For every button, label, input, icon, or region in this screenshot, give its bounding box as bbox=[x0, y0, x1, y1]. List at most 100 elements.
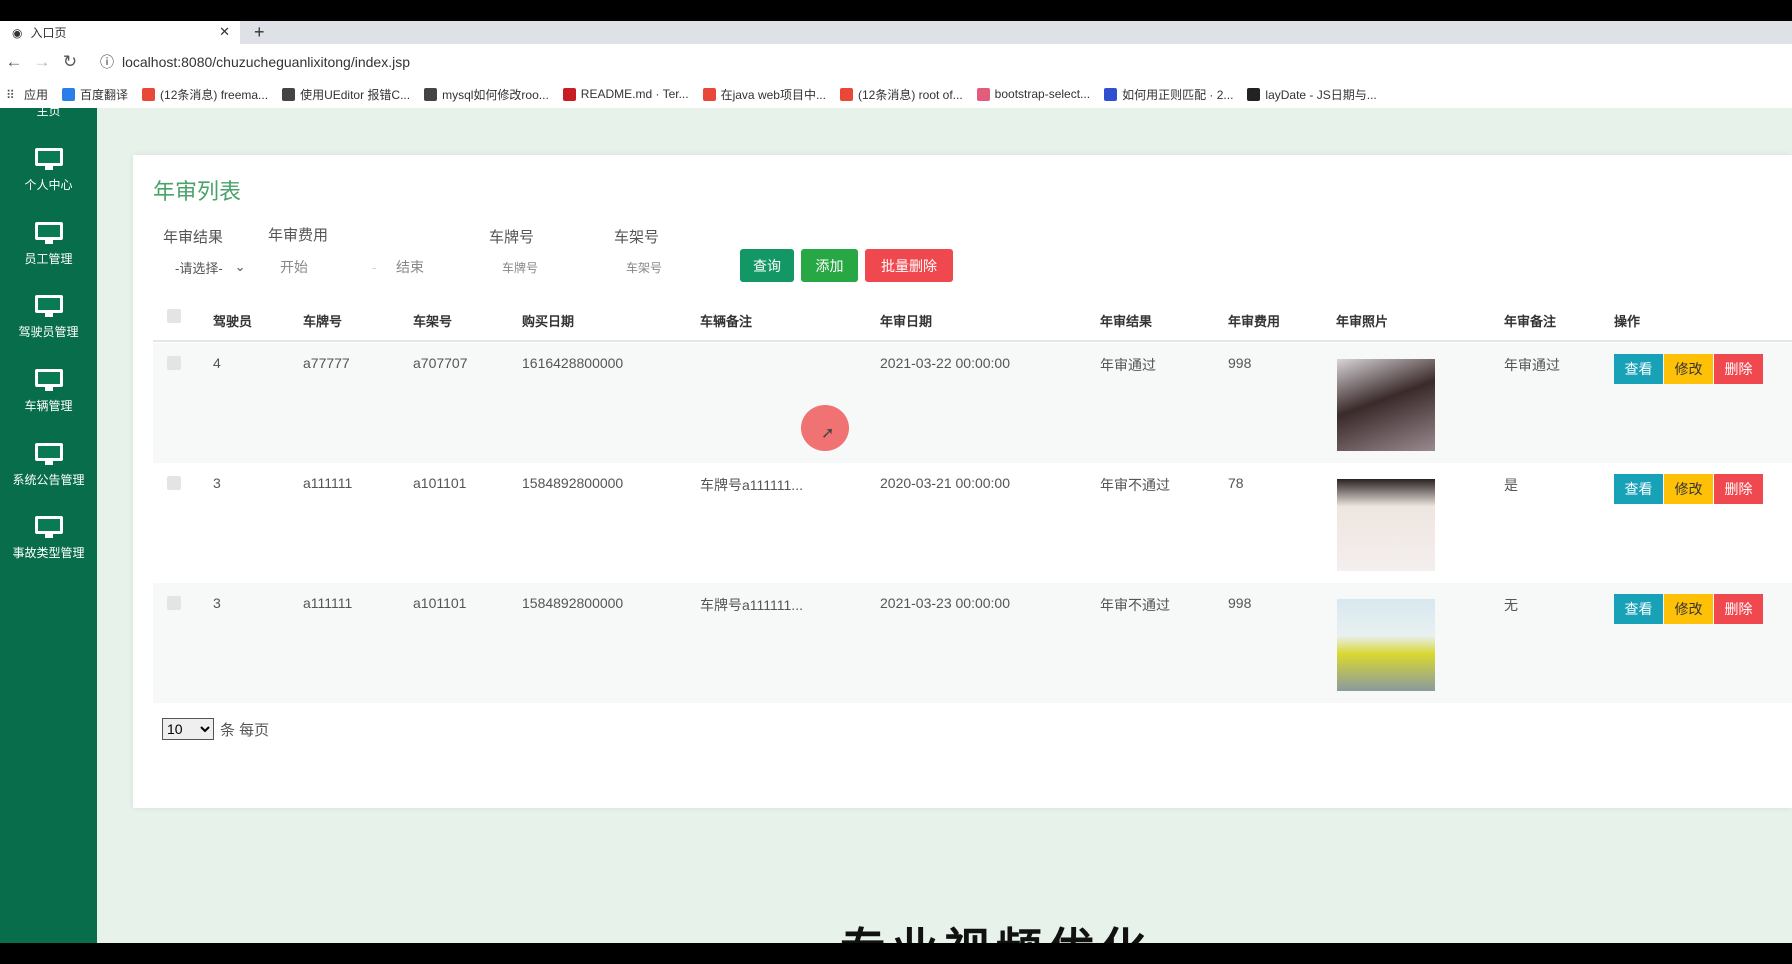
cell-result: 年审不通过 bbox=[1100, 597, 1170, 613]
tab-strip bbox=[0, 21, 1792, 44]
bookmark-favicon-icon bbox=[62, 87, 76, 101]
edit-button[interactable]: 修改 bbox=[1664, 594, 1713, 624]
bookmark-item[interactable]: 使用UEditor 报错C... bbox=[282, 86, 410, 103]
bookmark-label: mysql如何修改roo... bbox=[442, 87, 549, 102]
bookmark-favicon-icon bbox=[424, 87, 438, 101]
result-filter-label: 年审结果 bbox=[163, 229, 224, 246]
bookmark-favicon-icon bbox=[282, 87, 296, 101]
cell-driver: 4 bbox=[213, 355, 221, 371]
cell-inspect-date: 2020-03-21 00:00:00 bbox=[880, 475, 1010, 491]
column-header: 年审日期 bbox=[880, 313, 933, 329]
bookmark-favicon-icon bbox=[1104, 87, 1118, 101]
sidebar-item-accident-types[interactable]: 事故类型管理 bbox=[0, 516, 97, 561]
url-field[interactable]: ⓘ localhost:8080/chuzucheguanlixitong/in… bbox=[100, 48, 1792, 76]
page-title: 年审列表 bbox=[153, 179, 242, 204]
cell-inspect-date: 2021-03-22 00:00:00 bbox=[880, 355, 1010, 371]
cell-buy-date: 1584892800000 bbox=[522, 595, 624, 611]
sidebar-item-drivers[interactable]: 驾驶员管理 bbox=[0, 295, 97, 340]
delete-button[interactable]: 删除 bbox=[1714, 594, 1763, 624]
add-button[interactable]: 添加 bbox=[801, 249, 858, 282]
sidebar-item-vehicles[interactable]: 车辆管理 bbox=[0, 369, 97, 414]
bookmark-item[interactable]: layDate - JS日期与... bbox=[1247, 86, 1377, 103]
reload-icon[interactable]: ↻ bbox=[56, 52, 84, 72]
bookmark-item[interactable]: 如何用正则匹配 · 2... bbox=[1104, 86, 1233, 103]
bookmark-favicon-icon bbox=[562, 87, 576, 101]
delete-button[interactable]: 删除 bbox=[1714, 474, 1763, 504]
sidebar-item-label: 主页 bbox=[36, 104, 61, 118]
sidebar-item-label: 个人中心 bbox=[24, 178, 73, 192]
bookmark-item[interactable]: 百度翻译 bbox=[62, 86, 128, 103]
bookmark-item[interactable]: bootstrap-select... bbox=[976, 87, 1090, 101]
view-button[interactable]: 查看 bbox=[1614, 594, 1663, 624]
bookmark-item[interactable]: (12条消息) freema... bbox=[142, 86, 268, 103]
bookmark-item[interactable]: README.md · Ter... bbox=[562, 87, 689, 101]
forward-icon[interactable]: → bbox=[28, 52, 56, 72]
bookmark-label: 应用 bbox=[24, 87, 49, 102]
globe-icon: ◉ bbox=[12, 25, 23, 40]
row-checkbox[interactable] bbox=[167, 356, 181, 370]
monitor-icon bbox=[34, 148, 63, 170]
sidebar: 主页 个人中心 员工管理 驾驶员管理 车辆管理 系统公告管理 事故类型管理 bbox=[0, 104, 97, 943]
bookmark-item[interactable]: mysql如何修改roo... bbox=[424, 86, 549, 103]
column-header: 购买日期 bbox=[522, 313, 575, 329]
edit-button[interactable]: 修改 bbox=[1664, 354, 1713, 384]
select-all-checkbox[interactable] bbox=[167, 309, 181, 323]
plate-input[interactable]: 车牌号 bbox=[502, 255, 602, 279]
placeholder: 开始 bbox=[280, 259, 308, 275]
cell-buy-date: 1584892800000 bbox=[522, 475, 624, 491]
edit-button[interactable]: 修改 bbox=[1664, 474, 1713, 504]
cell-driver: 3 bbox=[213, 595, 221, 611]
column-header: 年审费用 bbox=[1228, 313, 1281, 329]
bookmark-label: (12条消息) freema... bbox=[160, 87, 269, 102]
bookmark-item[interactable]: ⠿ 应用 bbox=[6, 86, 48, 103]
monitor-icon bbox=[34, 222, 63, 244]
row-checkbox[interactable] bbox=[167, 596, 181, 610]
plate-filter-label: 车牌号 bbox=[489, 229, 535, 246]
frame-input[interactable]: 车架号 bbox=[626, 255, 726, 279]
inspection-photo[interactable] bbox=[1337, 479, 1435, 571]
bookmark-label: (12条消息) root of... bbox=[857, 87, 963, 102]
row-checkbox[interactable] bbox=[167, 476, 181, 490]
cell-plate: a111111 bbox=[303, 595, 353, 611]
cell-note: 是 bbox=[1504, 477, 1518, 493]
cell-vehicle-note: 车牌号a111111... bbox=[700, 597, 803, 613]
view-button[interactable]: 查看 bbox=[1614, 474, 1663, 504]
bookmarks-bar: ⠿ 应用 百度翻译 (12条消息) freema... 使用UEditor 报错C...… bbox=[0, 80, 1792, 108]
tab-title: 入口页 bbox=[30, 26, 67, 40]
monitor-icon bbox=[34, 369, 63, 391]
bookmark-item[interactable]: 在java web项目中... bbox=[702, 86, 826, 103]
cell-fee: 78 bbox=[1228, 475, 1244, 491]
search-button[interactable]: 查询 bbox=[740, 249, 794, 282]
browser-tab[interactable]: ◉ 入口页 ✕ bbox=[0, 21, 240, 44]
column-header: 操作 bbox=[1614, 313, 1641, 329]
monitor-icon bbox=[34, 295, 63, 317]
bookmark-item[interactable]: (12条消息) root of... bbox=[839, 86, 963, 103]
sidebar-item-home[interactable]: 主页 bbox=[0, 102, 97, 119]
bookmark-label: 如何用正则匹配 · 2... bbox=[1122, 87, 1234, 102]
bookmark-favicon-icon bbox=[702, 87, 716, 101]
video-caption: 专业视频优化 bbox=[840, 922, 1152, 943]
fee-separator: - bbox=[372, 259, 377, 275]
bookmark-label: 使用UEditor 报错C... bbox=[300, 87, 411, 102]
view-button[interactable]: 查看 bbox=[1614, 354, 1663, 384]
inspection-photo[interactable] bbox=[1337, 359, 1435, 451]
fee-end-input[interactable]: 结束 bbox=[396, 255, 486, 279]
result-select[interactable]: -请选择- ⌄ bbox=[175, 255, 260, 279]
cursor-icon: ➚ bbox=[821, 425, 835, 442]
url-text: localhost:8080/chuzucheguanlixitong/inde… bbox=[122, 54, 410, 70]
new-tab-button[interactable]: + bbox=[254, 21, 265, 43]
delete-button[interactable]: 删除 bbox=[1714, 354, 1763, 384]
sidebar-item-employees[interactable]: 员工管理 bbox=[0, 222, 97, 267]
address-bar-row: ← → ↻ ⓘ localhost:8080/chuzucheguanlixit… bbox=[0, 44, 1792, 80]
per-page-select[interactable]: 10 bbox=[162, 718, 214, 740]
batch-delete-button[interactable]: 批量删除 bbox=[865, 249, 953, 282]
back-icon[interactable]: ← bbox=[0, 52, 28, 72]
close-tab-icon[interactable]: ✕ bbox=[219, 24, 230, 40]
sidebar-item-profile[interactable]: 个人中心 bbox=[0, 148, 97, 193]
column-header: 车牌号 bbox=[303, 313, 343, 329]
fee-start-input[interactable]: 开始 bbox=[280, 255, 370, 279]
sidebar-item-announcements[interactable]: 系统公告管理 bbox=[0, 443, 97, 488]
inspection-photo[interactable] bbox=[1337, 599, 1435, 691]
pagination: 10 条 每页 bbox=[162, 718, 269, 740]
bookmark-favicon-icon bbox=[976, 87, 990, 101]
